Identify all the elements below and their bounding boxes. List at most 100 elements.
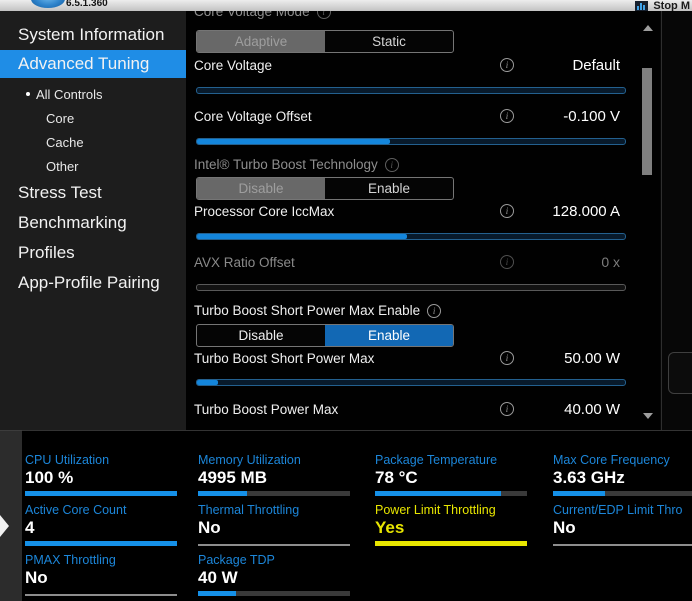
sidebar-item-label: Benchmarking <box>18 213 127 233</box>
metric-label: Active Core Count <box>25 503 185 517</box>
core-voltage-mode-toggle: Adaptive Static <box>196 30 454 53</box>
metric-pmax-throttling: PMAX Throttling No <box>25 553 185 596</box>
sidebar-item-label: Profiles <box>18 243 75 263</box>
panel-divider <box>661 11 662 430</box>
metric-value: No <box>25 568 185 588</box>
info-icon[interactable] <box>500 109 514 123</box>
metric-label: Current/EDP Limit Thro <box>553 503 692 517</box>
control-label: Core Voltage <box>194 58 500 73</box>
version-label: 6.5.1.360 <box>66 0 108 9</box>
stop-monitoring-label: Stop M <box>653 0 690 11</box>
sidebar: System Information Advanced Tuning All C… <box>0 11 186 430</box>
scrollbar[interactable] <box>641 21 655 421</box>
control-value: 128.000 A <box>540 203 620 220</box>
info-icon[interactable] <box>317 11 331 19</box>
sidebar-item-stress-test[interactable]: Stress Test <box>0 179 186 207</box>
scroll-down-icon[interactable] <box>643 413 653 419</box>
info-icon[interactable] <box>500 351 514 365</box>
sidebar-item-label: System Information <box>18 25 164 45</box>
toggle-option-disable[interactable]: Disable <box>197 325 325 346</box>
active-bullet-icon <box>26 92 30 96</box>
metric-bar <box>375 491 527 496</box>
metric-current-edp-limit-throttling: Current/EDP Limit Thro No <box>553 503 692 546</box>
avx-ratio-offset-slider <box>196 284 626 291</box>
sidebar-subitem-label: Cache <box>46 135 84 150</box>
info-icon[interactable] <box>500 402 514 416</box>
metric-label: Power Limit Throttling <box>375 503 535 517</box>
cut-off-panel-button[interactable] <box>668 352 692 394</box>
processor-core-iccmax-row: Processor Core IccMax 128.000 A <box>194 201 620 221</box>
sidebar-item-profiles[interactable]: Profiles <box>0 239 186 267</box>
sidebar-subitem-label: Other <box>46 159 79 174</box>
metric-bar <box>553 491 692 496</box>
scroll-up-icon[interactable] <box>643 25 653 31</box>
metric-bar <box>198 544 350 546</box>
turbo-boost-power-max-row: Turbo Boost Power Max 40.00 W <box>194 399 620 419</box>
sidebar-subitem-cache[interactable]: Cache <box>0 131 186 153</box>
sidebar-subitem-core[interactable]: Core <box>0 107 186 129</box>
sidebar-item-benchmarking[interactable]: Benchmarking <box>0 209 186 237</box>
metric-bar <box>198 491 350 496</box>
metric-value: 40 W <box>198 568 358 588</box>
sidebar-subitem-all-controls[interactable]: All Controls <box>0 83 186 105</box>
advanced-tuning-panel: Core Voltage Mode Adaptive Static Core V… <box>186 11 660 430</box>
toggle-option-static[interactable]: Static <box>325 31 453 52</box>
monitoring-panel: CPU Utilization 100 % Memory Utilization… <box>22 430 692 601</box>
turbo-boost-short-power-max-enable-toggle: Disable Enable <box>196 324 454 347</box>
sidebar-item-label: Advanced Tuning <box>18 54 149 74</box>
metric-label: Memory Utilization <box>198 453 358 467</box>
metric-memory-utilization: Memory Utilization 4995 MB <box>198 453 358 496</box>
control-label: Core Voltage Offset <box>194 109 500 124</box>
control-label: Turbo Boost Short Power Max <box>194 351 500 366</box>
toggle-option-enable[interactable]: Enable <box>325 325 453 346</box>
metric-bar <box>198 591 350 596</box>
metric-thermal-throttling: Thermal Throttling No <box>198 503 358 546</box>
stop-monitoring-button[interactable]: Stop M <box>635 0 690 11</box>
info-icon[interactable] <box>500 204 514 218</box>
processor-core-iccmax-slider[interactable] <box>196 233 626 240</box>
toggle-option-disable[interactable]: Disable <box>197 178 325 199</box>
turbo-boost-short-power-max-row: Turbo Boost Short Power Max 50.00 W <box>194 348 620 368</box>
core-voltage-offset-row: Core Voltage Offset -0.100 V <box>194 106 620 126</box>
sidebar-subitem-other[interactable]: Other <box>0 155 186 177</box>
toggle-option-enable[interactable]: Enable <box>325 178 453 199</box>
core-voltage-slider[interactable] <box>196 87 626 94</box>
turbo-boost-technology-label: Intel® Turbo Boost Technology <box>194 157 399 172</box>
slider-fill <box>197 380 218 385</box>
app-window: 6.5.1.360 Stop M System Information Adva… <box>0 0 692 601</box>
control-value: Default <box>540 57 620 74</box>
info-icon[interactable] <box>500 58 514 72</box>
metric-label: CPU Utilization <box>25 453 185 467</box>
metric-value: 78 °C <box>375 468 535 488</box>
turbo-boost-short-power-max-slider[interactable] <box>196 379 626 386</box>
metric-value: Yes <box>375 518 535 538</box>
metric-bar <box>375 541 527 546</box>
metric-package-tdp: Package TDP 40 W <box>198 553 358 596</box>
info-icon[interactable] <box>427 304 441 318</box>
info-icon[interactable] <box>500 255 514 269</box>
sidebar-item-app-profile-pairing[interactable]: App-Profile Pairing <box>0 269 186 297</box>
titlebar: 6.5.1.360 Stop M <box>0 0 692 11</box>
expand-arrow-icon[interactable] <box>0 515 9 537</box>
sidebar-subitem-label: Core <box>46 111 74 126</box>
metric-active-core-count: Active Core Count 4 <box>25 503 185 546</box>
avx-ratio-offset-row: AVX Ratio Offset 0 x <box>194 252 620 272</box>
metric-value: No <box>198 518 358 538</box>
toggle-option-adaptive[interactable]: Adaptive <box>197 31 325 52</box>
metric-bar <box>25 491 177 496</box>
sidebar-item-advanced-tuning[interactable]: Advanced Tuning <box>0 50 186 78</box>
metric-value: 3.63 GHz <box>553 468 692 488</box>
sidebar-item-label: App-Profile Pairing <box>18 273 160 293</box>
info-icon[interactable] <box>385 158 399 172</box>
core-voltage-offset-slider[interactable] <box>196 138 626 145</box>
sidebar-item-system-information[interactable]: System Information <box>0 21 186 49</box>
turbo-boost-short-power-max-enable-label: Turbo Boost Short Power Max Enable <box>194 303 441 318</box>
monitoring-graph-icon <box>635 1 648 11</box>
control-label: Turbo Boost Power Max <box>194 402 500 417</box>
metric-cpu-utilization: CPU Utilization 100 % <box>25 453 185 496</box>
control-label: AVX Ratio Offset <box>194 255 500 270</box>
scrollbar-thumb[interactable] <box>642 68 652 175</box>
slider-fill <box>197 234 407 239</box>
metric-label: Max Core Frequency <box>553 453 692 467</box>
core-voltage-mode-label: Core Voltage Mode <box>194 11 357 19</box>
